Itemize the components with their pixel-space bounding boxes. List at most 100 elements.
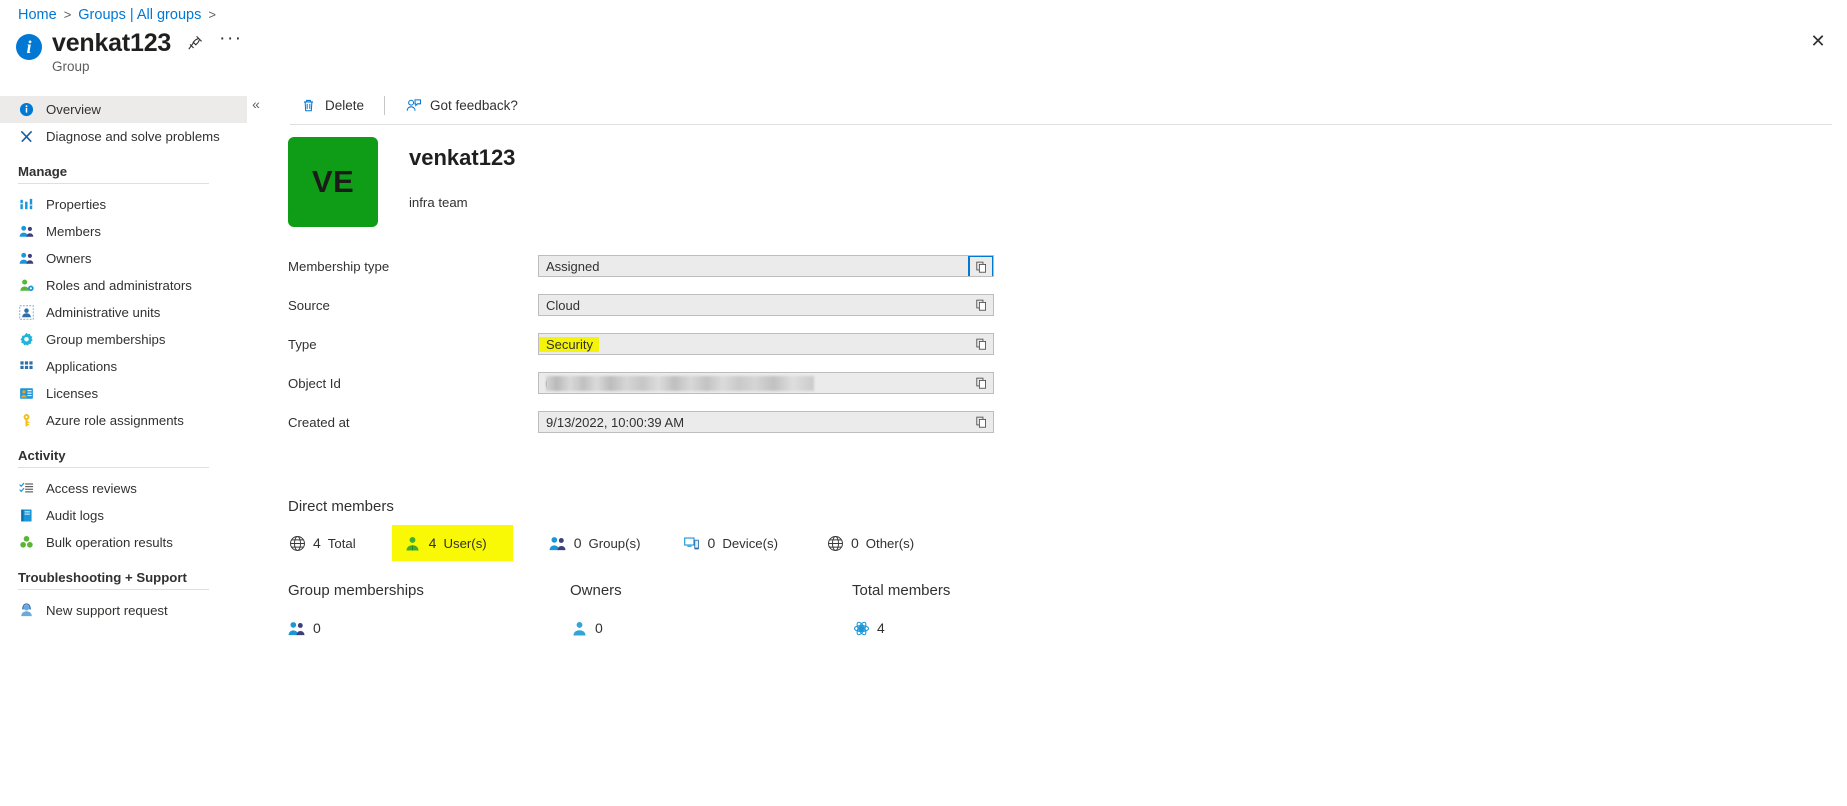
copy-icon[interactable] — [968, 256, 993, 276]
key-icon — [18, 412, 35, 429]
redacted-object-id — [546, 376, 814, 391]
members-people-icon — [18, 223, 35, 240]
property-value-field[interactable]: Security — [538, 333, 994, 355]
summary-stat-value-row[interactable]: 0 — [288, 619, 570, 637]
direct-members-row: 4 Total 4 User(s) 0 Group(s) 0 Device(s) 0 Other(… — [288, 525, 914, 561]
properties-bars-icon — [18, 196, 35, 213]
sidebar-item-audit-logs[interactable]: Audit logs — [0, 502, 247, 529]
sidebar-item-label: Overview — [46, 102, 101, 117]
identity-texts: venkat123 infra team — [409, 137, 515, 210]
user-blue-icon — [570, 619, 588, 637]
property-value-field[interactable]: ( — [538, 372, 994, 394]
direct-members-label: Total — [327, 535, 356, 551]
sidebar-item-label: New support request — [46, 603, 168, 618]
feedback-person-icon — [405, 97, 422, 114]
pin-icon[interactable] — [187, 35, 203, 51]
sidebar-item-access-reviews[interactable]: Access reviews — [0, 475, 247, 502]
copy-icon[interactable] — [969, 373, 993, 393]
property-row: Type Security — [288, 333, 994, 355]
copy-icon[interactable] — [969, 295, 993, 315]
sidebar-item-administrative-units[interactable]: Administrative units — [0, 299, 247, 326]
close-icon[interactable]: ✕ — [1803, 26, 1833, 56]
sidebar-item-applications[interactable]: Applications — [0, 353, 247, 380]
sidebar-item-label: Access reviews — [46, 481, 137, 496]
applications-grid-icon — [18, 358, 35, 375]
page-subtitle: Group — [52, 59, 90, 74]
group-people-icon — [288, 619, 306, 637]
delete-button[interactable]: Delete — [290, 93, 374, 118]
sidebar-item-new-support-request[interactable]: New support request — [0, 597, 247, 624]
direct-members-item[interactable]: 4 User(s) — [391, 525, 513, 561]
summary-stat-value-row[interactable]: 0 — [570, 619, 852, 637]
property-label: Created at — [288, 414, 350, 430]
direct-members-count: 0 — [707, 535, 716, 551]
summary-stat-title: Total members — [852, 582, 951, 599]
command-bar-divider — [384, 95, 386, 115]
property-label: Type — [288, 336, 317, 352]
sidebar-item-group-memberships[interactable]: Group memberships — [0, 326, 247, 353]
sidebar-item-roles-and-administrators[interactable]: Roles and administrators — [0, 272, 247, 299]
direct-members-count: 0 — [851, 535, 859, 551]
breadcrumb: Home > Groups | All groups > — [18, 5, 216, 25]
summary-stat: Group memberships 0 — [288, 582, 570, 637]
summary-stat-value-row[interactable]: 4 — [852, 619, 1134, 637]
book-icon — [18, 507, 35, 524]
administrative-units-icon — [18, 304, 35, 321]
atom-members-icon — [852, 619, 870, 637]
sidebar-item-label: Audit logs — [46, 508, 104, 523]
sidebar-item-overview[interactable]: Overview — [0, 96, 247, 123]
chevron-double-left-icon[interactable]: « — [246, 94, 266, 114]
breadcrumb-item-groups[interactable]: Groups | All groups — [78, 5, 201, 25]
sidebar-item-licenses[interactable]: Licenses — [0, 380, 247, 407]
page-title-line: venkat123 ··· — [52, 28, 243, 58]
page-header: i venkat123 ··· Group — [16, 28, 243, 74]
sidebar-item-label: Administrative units — [46, 305, 161, 320]
property-label: Membership type — [288, 258, 390, 274]
delete-button-label: Delete — [325, 97, 365, 113]
direct-members-item[interactable]: 0 Other(s) — [826, 534, 914, 552]
property-value: Assigned — [546, 258, 600, 274]
sidebar-divider — [18, 589, 209, 590]
sidebar-item-label: Roles and administrators — [46, 278, 192, 293]
summary-stat-value: 0 — [313, 620, 321, 636]
properties-grid: Membership type Assigned Source Cloud Type Se… — [288, 255, 994, 450]
info-circle-icon — [18, 101, 35, 118]
more-options-icon[interactable]: ··· — [219, 29, 242, 52]
gear-icon — [18, 331, 35, 348]
summary-stat-title: Group memberships — [288, 582, 424, 599]
direct-members-item[interactable]: 0 Group(s) — [549, 534, 641, 552]
direct-members-item[interactable]: 0 Device(s) — [683, 534, 778, 552]
support-agent-icon — [18, 602, 35, 619]
sidebar-section-manage: Manage — [18, 164, 68, 179]
property-value-field[interactable]: Assigned — [538, 255, 994, 277]
direct-members-label: Group(s) — [588, 535, 641, 551]
property-value-field[interactable]: Cloud — [538, 294, 994, 316]
got-feedback-button[interactable]: Got feedback? — [395, 93, 528, 118]
info-icon: i — [16, 34, 42, 60]
sidebar-item-properties[interactable]: Properties — [0, 191, 247, 218]
breadcrumb-item-home[interactable]: Home — [18, 5, 57, 25]
breadcrumb-separator-icon: > — [208, 7, 216, 22]
copy-icon[interactable] — [969, 334, 993, 354]
property-row: Object Id ( — [288, 372, 994, 394]
direct-members-item[interactable]: 4 Total — [288, 534, 356, 552]
sidebar-item-owners[interactable]: Owners — [0, 245, 247, 272]
direct-members-label: Device(s) — [722, 535, 778, 551]
property-value-field[interactable]: 9/13/2022, 10:00:39 AM — [538, 411, 994, 433]
property-value: 9/13/2022, 10:00:39 AM — [546, 414, 685, 430]
sidebar-item-azure-role-assignments[interactable]: Azure role assignments — [0, 407, 247, 434]
wrench-screwdriver-icon — [18, 128, 35, 145]
sidebar-item-diagnose-and-solve-problems[interactable]: Diagnose and solve problems — [0, 123, 247, 150]
property-label: Object Id — [288, 375, 341, 391]
role-person-gear-icon — [18, 277, 35, 294]
sidebar-item-label: Diagnose and solve problems — [46, 129, 220, 144]
sidebar-divider — [18, 467, 209, 468]
copy-icon[interactable] — [969, 412, 993, 432]
sidebar-item-members[interactable]: Members — [0, 218, 247, 245]
sidebar-item-label: Applications — [46, 359, 118, 374]
property-row: Membership type Assigned — [288, 255, 994, 277]
owners-people-icon — [18, 250, 35, 267]
globe-icon — [826, 534, 844, 552]
sidebar-item-bulk-operation-results[interactable]: Bulk operation results — [0, 529, 247, 556]
checklist-icon — [18, 480, 35, 497]
